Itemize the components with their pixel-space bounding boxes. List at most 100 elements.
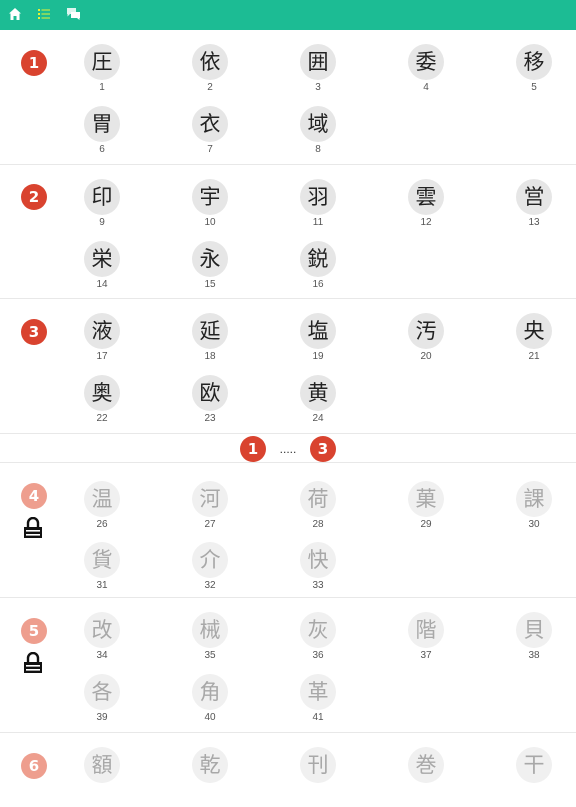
kanji-card[interactable]: 温 26: [72, 481, 132, 541]
chat-icon[interactable]: [66, 7, 82, 23]
kanji-number: 20: [420, 351, 432, 362]
lesson-number-badge[interactable]: 1: [21, 50, 47, 76]
kanji-card[interactable]: 奥 22: [72, 375, 132, 435]
kanji-number: 24: [312, 413, 324, 424]
kanji-number: 33: [312, 580, 324, 591]
kanji-number: 38: [528, 650, 540, 661]
kanji-card[interactable]: 雲 12: [396, 179, 456, 239]
pager-first-button[interactable]: 1: [240, 436, 266, 462]
kanji-card[interactable]: 黄 24: [288, 375, 348, 435]
lesson-number-badge[interactable]: 2: [21, 184, 47, 210]
kanji-card[interactable]: 域8: [288, 106, 348, 166]
kanji-number: 6: [99, 144, 105, 155]
kanji-character: 額: [84, 747, 120, 783]
kanji-card[interactable]: 宇 10: [180, 179, 240, 239]
kanji-card[interactable]: 委4: [396, 44, 456, 104]
pager-last-button[interactable]: 3: [310, 436, 336, 462]
kanji-card[interactable]: 荷 28: [288, 481, 348, 541]
kanji-character: 委: [408, 44, 444, 80]
lesson-number-badge[interactable]: 5: [21, 618, 47, 644]
kanji-number: 28: [312, 519, 324, 530]
kanji-card[interactable]: 営 13: [504, 179, 564, 239]
kanji-card[interactable]: 課 30: [504, 481, 564, 541]
list-icon[interactable]: [37, 7, 53, 23]
kanji-card[interactable]: 貝 38: [504, 612, 564, 672]
kanji-character: 延: [192, 313, 228, 349]
top-toolbar: [0, 0, 576, 30]
kanji-character: 印: [84, 179, 120, 215]
kanji-character: 囲: [300, 44, 336, 80]
kanji-character: 革: [300, 674, 336, 710]
kanji-card[interactable]: 延 18: [180, 313, 240, 373]
kanji-character: 河: [192, 481, 228, 517]
kanji-card[interactable]: 乾: [180, 747, 240, 807]
kanji-card[interactable]: 各 39: [72, 674, 132, 734]
kanji-character: 胃: [84, 106, 120, 142]
lesson-number-badge[interactable]: 6: [21, 753, 47, 779]
kanji-character: 灰: [300, 612, 336, 648]
home-icon[interactable]: [8, 7, 24, 23]
kanji-character: 快: [300, 542, 336, 578]
kanji-card[interactable]: 菓 29: [396, 481, 456, 541]
kanji-character: 黄: [300, 375, 336, 411]
kanji-character: 械: [192, 612, 228, 648]
kanji-card[interactable]: 貨 31: [72, 542, 132, 602]
kanji-card[interactable]: 央 21: [504, 313, 564, 373]
kanji-card[interactable]: 囲3: [288, 44, 348, 104]
kanji-character: 温: [84, 481, 120, 517]
kanji-card[interactable]: 羽 11: [288, 179, 348, 239]
kanji-character: 階: [408, 612, 444, 648]
kanji-card[interactable]: 栄 14: [72, 241, 132, 301]
kanji-card[interactable]: 汚 20: [396, 313, 456, 373]
kanji-card[interactable]: 塩 19: [288, 313, 348, 373]
kanji-card[interactable]: 印9: [72, 179, 132, 239]
kanji-card[interactable]: 械 35: [180, 612, 240, 672]
kanji-character: 衣: [192, 106, 228, 142]
kanji-number: 16: [312, 279, 324, 290]
kanji-card[interactable]: 衣7: [180, 106, 240, 166]
lesson-number-badge[interactable]: 4: [21, 483, 47, 509]
kanji-character: 依: [192, 44, 228, 80]
kanji-card[interactable]: 欧 23: [180, 375, 240, 435]
kanji-card[interactable]: 干: [504, 747, 564, 807]
kanji-number: 36: [312, 650, 324, 661]
kanji-number: 21: [528, 351, 540, 362]
kanji-card[interactable]: 胃6: [72, 106, 132, 166]
kanji-card[interactable]: 圧1: [72, 44, 132, 104]
kanji-character: 介: [192, 542, 228, 578]
kanji-card[interactable]: 階 37: [396, 612, 456, 672]
kanji-number: 1: [99, 82, 105, 93]
kanji-card[interactable]: 改 34: [72, 612, 132, 672]
kanji-card[interactable]: 永 15: [180, 241, 240, 301]
kanji-card[interactable]: 角 40: [180, 674, 240, 734]
kanji-card[interactable]: 額: [72, 747, 132, 807]
kanji-character: 菓: [408, 481, 444, 517]
kanji-number: 4: [423, 82, 429, 93]
kanji-character: 鋭: [300, 241, 336, 277]
kanji-card[interactable]: 刊: [288, 747, 348, 807]
kanji-card[interactable]: 快 33: [288, 542, 348, 602]
kanji-card[interactable]: 移5: [504, 44, 564, 104]
kanji-character: 貝: [516, 612, 552, 648]
lesson-number-badge[interactable]: 3: [21, 319, 47, 345]
kanji-character: 塩: [300, 313, 336, 349]
kanji-character: 課: [516, 481, 552, 517]
kanji-number: 30: [528, 519, 540, 530]
kanji-character: 永: [192, 241, 228, 277]
kanji-character: 荷: [300, 481, 336, 517]
kanji-number: 3: [315, 82, 321, 93]
kanji-card[interactable]: 革 41: [288, 674, 348, 734]
kanji-number: 10: [204, 217, 216, 228]
kanji-character: 営: [516, 179, 552, 215]
kanji-card[interactable]: 依2: [180, 44, 240, 104]
kanji-character: 各: [84, 674, 120, 710]
kanji-number: 22: [96, 413, 108, 424]
kanji-card[interactable]: 液 17: [72, 313, 132, 373]
kanji-card[interactable]: 介 32: [180, 542, 240, 602]
kanji-number: 15: [204, 279, 216, 290]
kanji-character: 央: [516, 313, 552, 349]
kanji-card[interactable]: 灰 36: [288, 612, 348, 672]
kanji-card[interactable]: 鋭 16: [288, 241, 348, 301]
kanji-card[interactable]: 巻: [396, 747, 456, 807]
kanji-card[interactable]: 河 27: [180, 481, 240, 541]
